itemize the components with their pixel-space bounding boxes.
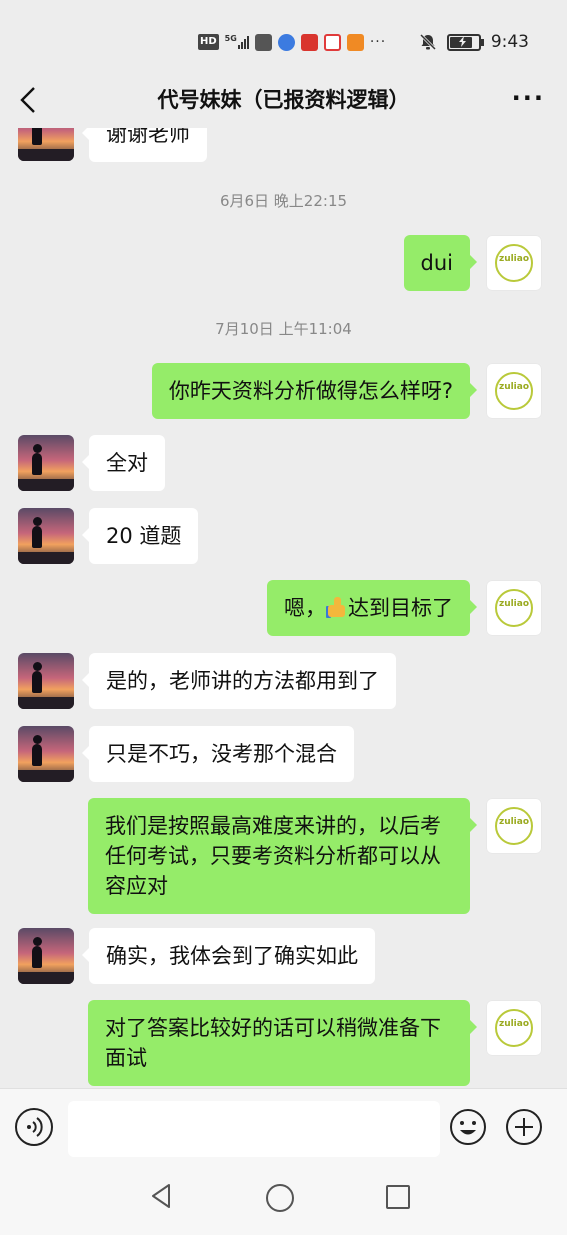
my-avatar-logo: zuliao [498,254,530,264]
message-bubble[interactable]: 20 道题 [81,508,199,564]
nav-home-icon[interactable] [266,1184,294,1212]
back-arrow-icon[interactable] [14,82,44,118]
app-notification-icon [254,33,272,51]
my-avatar-logo: zuliao [498,1019,530,1029]
message-bubble[interactable]: 谢谢老师 [82,128,207,162]
music-app-icon [277,33,295,51]
contact-avatar[interactable] [18,128,74,161]
system-navigation-bar [0,1168,567,1235]
message-bubble[interactable]: 只是不巧，没考那个混合 [82,726,354,782]
message-timestamp: 6月6日 晚上22:15 [219,192,348,210]
voice-icon [27,1117,43,1137]
message-bubble[interactable]: 确实，我体会到了确实如此 [82,928,375,984]
more-notifications-icon: ··· [369,34,387,50]
contact-avatar[interactable] [18,928,74,984]
my-avatar[interactable]: zuliao [486,580,542,636]
thumbs-up-icon [326,596,348,618]
my-message-bubble[interactable]: 你昨天资料分析做得怎么样呀? [151,363,478,419]
message-text-before: 嗯， [284,596,326,620]
network-type-label: 5G [224,34,237,43]
voice-input-button[interactable] [15,1108,53,1146]
news-app-icon [300,33,318,51]
chat-header: 代号妹妹（已报资料逻辑） ··· [0,72,567,128]
my-avatar-logo: zuliao [498,599,530,609]
my-avatar[interactable]: zuliao [486,1000,542,1056]
my-avatar[interactable]: zuliao [486,798,542,854]
contact-avatar[interactable] [18,508,74,564]
contact-avatar[interactable] [18,435,74,491]
contact-avatar[interactable] [18,653,74,709]
my-message-bubble[interactable]: dui [403,235,478,291]
nav-recent-apps-icon[interactable] [386,1185,410,1209]
more-options-icon[interactable]: ··· [512,84,545,112]
input-bar [0,1088,567,1169]
my-avatar[interactable]: zuliao [486,363,542,419]
message-bubble[interactable]: 全对 [82,435,165,491]
nav-back-icon[interactable] [147,1182,175,1210]
video-app-icon [346,33,364,51]
battery-icon [446,33,484,51]
contact-avatar[interactable] [18,726,74,782]
red-square-app-icon [323,33,341,51]
charging-icon [458,35,466,47]
signal-icon: 5G [225,35,249,49]
message-timestamp: 7月10日 上午11:04 [215,320,352,338]
status-icons-left: HD 5G ··· [198,31,386,53]
hd-icon: HD [198,34,219,50]
chat-messages[interactable]: 谢谢老师 6月6日 晚上22:15 dui zuliao 7月10日 上午11:… [0,128,567,1088]
my-message-bubble[interactable]: 嗯， 达到目标了 [267,580,477,636]
status-icons-right: 9:43 [419,31,529,53]
my-avatar-logo: zuliao [498,382,530,392]
my-message-bubble[interactable]: 对了答案比较好的话可以稍微准备下面试 [88,1000,477,1086]
message-text-after: 达到目标了 [348,596,453,620]
status-time: 9:43 [490,32,529,52]
mute-bell-icon [419,33,436,51]
my-message-bubble[interactable]: 我们是按照最高难度来讲的，以后考任何考试，只要考资料分析都可以从容应对 [88,798,477,914]
my-avatar-logo: zuliao [498,817,530,827]
emoji-button-icon[interactable] [449,1108,487,1146]
message-input[interactable] [68,1101,440,1157]
more-functions-plus-icon[interactable] [505,1108,543,1146]
chat-title: 代号妹妹（已报资料逻辑） [157,88,410,112]
message-bubble[interactable]: 是的，老师讲的方法都用到了 [82,653,396,709]
status-bar: HD 5G ··· 9:43 [0,0,567,80]
my-avatar[interactable]: zuliao [486,235,542,291]
